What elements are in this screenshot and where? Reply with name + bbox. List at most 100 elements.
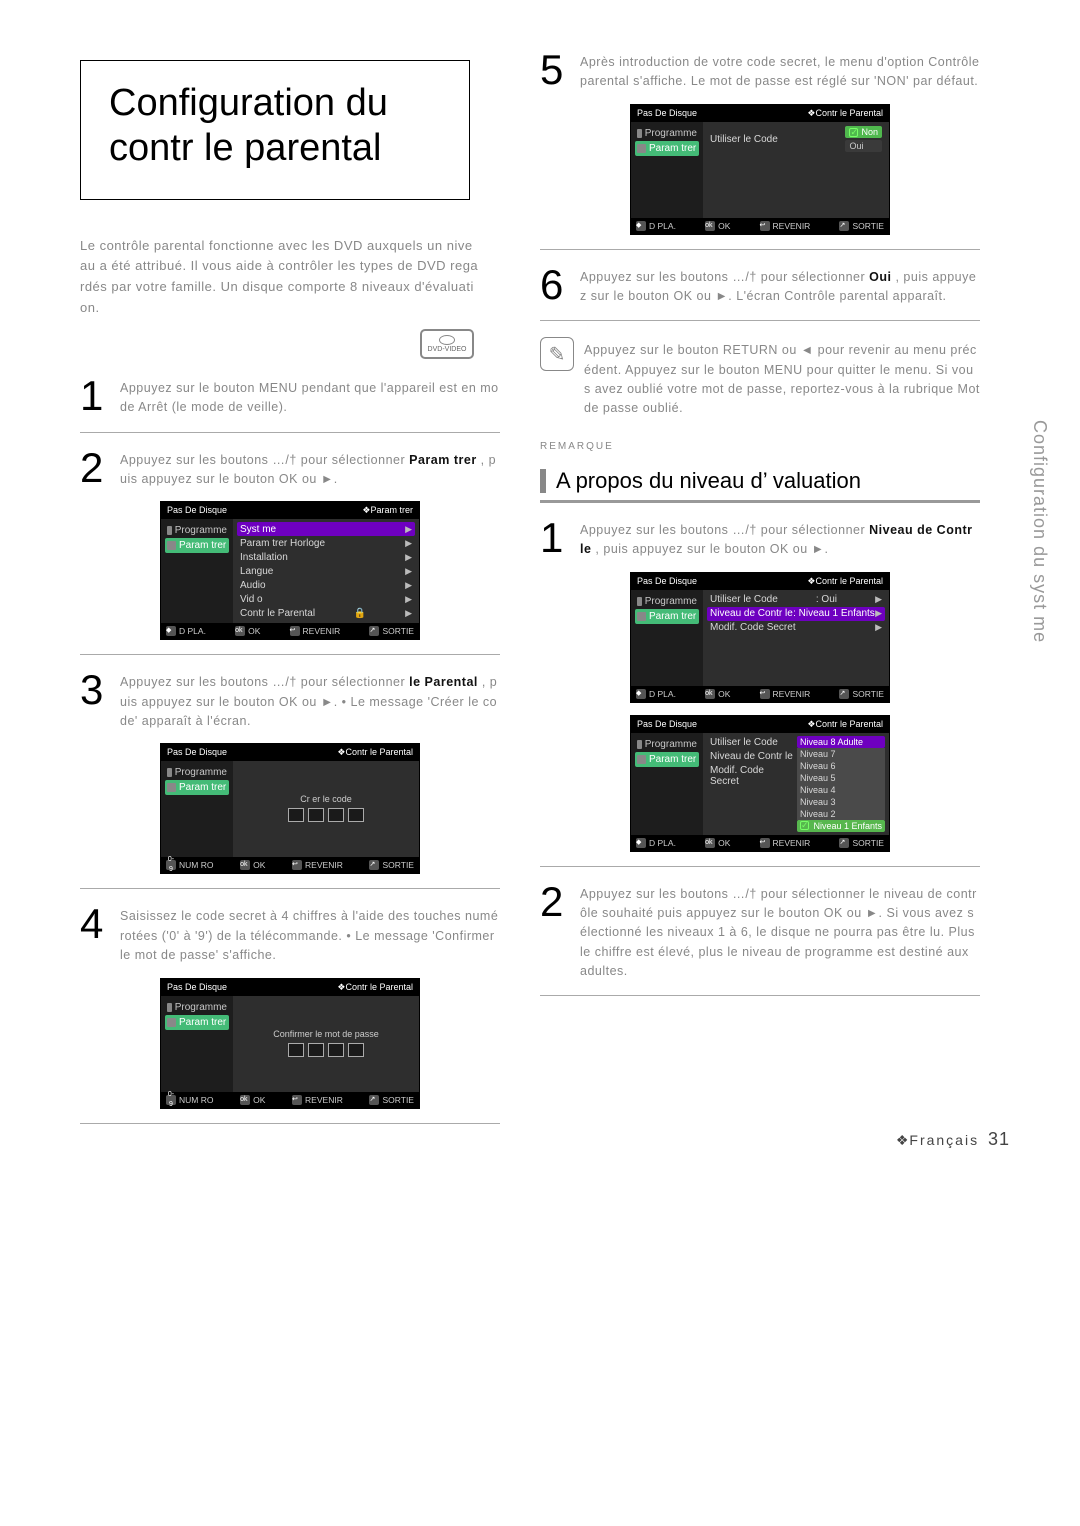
foot-depl: D PLA.: [649, 689, 676, 699]
step-text: Appuyez sur les boutons …/† pour sélecti…: [120, 671, 500, 731]
step-text: Appuyez sur les boutons …/† pour sélecti…: [120, 449, 500, 490]
step-number: 1: [80, 377, 110, 418]
menu-item[interactable]: Contr le Parental: [240, 608, 315, 619]
osd-breadcrumb: ❖Contr le Parental: [337, 982, 413, 993]
step-number: 5: [540, 51, 570, 92]
osd-label: Utiliser le Code: [710, 134, 778, 145]
side-tab: Configuration du syst me: [1029, 420, 1050, 643]
code-box[interactable]: [348, 1043, 364, 1057]
side-parametrer: Param trer: [649, 754, 696, 765]
gear-icon: [167, 1018, 176, 1027]
code-box[interactable]: [288, 808, 304, 822]
step-1: 1 Appuyez sur le bouton MENU pendant que…: [80, 377, 500, 418]
menu-item[interactable]: Vid o: [240, 594, 263, 605]
osd-parametrer-menu: Pas De Disque ❖Param trer Programme Para…: [160, 501, 420, 640]
code-box[interactable]: [328, 808, 344, 822]
step-text: Appuyez sur les boutons …/† pour sélecti…: [580, 266, 980, 307]
step-number: 2: [540, 883, 570, 982]
code-box[interactable]: [348, 808, 364, 822]
side-parametrer: Param trer: [649, 143, 696, 154]
level-item[interactable]: Niveau 5: [800, 773, 836, 783]
code-box[interactable]: [308, 808, 324, 822]
foot-sort: SORTIE: [852, 221, 884, 231]
osd-breadcrumb: ❖Param trer: [362, 505, 413, 516]
osd-confirm-code: Pas De Disque ❖Contr le Parental Program…: [160, 978, 420, 1109]
level-item[interactable]: Niveau 3: [800, 797, 836, 807]
note-label: REMARQUE: [540, 441, 980, 452]
page-title: Configuration du contr le parental: [109, 81, 441, 171]
page-number: 31: [988, 1129, 1010, 1149]
section-bar: [540, 469, 546, 493]
folder-icon: [167, 526, 172, 535]
foot-sort: SORTIE: [852, 689, 884, 699]
code-box[interactable]: [308, 1043, 324, 1057]
lock-icon: 🔒: [354, 608, 366, 619]
code-box[interactable]: [328, 1043, 344, 1057]
osd-label: Niveau de Contr le: [710, 751, 793, 762]
option-non[interactable]: Non: [861, 127, 878, 137]
menu-item[interactable]: Modif. Code Secret: [710, 622, 796, 633]
gear-icon: [167, 541, 176, 550]
option-oui[interactable]: Oui: [849, 141, 863, 151]
step-number: 2: [80, 449, 110, 490]
side-programme: Programme: [645, 596, 697, 607]
foot-num: NUM RO: [179, 1095, 213, 1105]
pencil-icon: ✎: [540, 337, 574, 371]
side-programme: Programme: [175, 767, 227, 778]
osd-breadcrumb: ❖Contr le Parental: [807, 576, 883, 587]
osd-label: Modif. Code Secret: [710, 765, 794, 787]
step-text: Après introduction de votre code secret,…: [580, 51, 980, 92]
menu-item[interactable]: Audio: [240, 580, 266, 591]
foot-sort: SORTIE: [852, 838, 884, 848]
dvd-label: DVD-VIDEO: [428, 346, 467, 353]
step-text: Appuyez sur les boutons …/† pour sélecti…: [580, 883, 980, 982]
step-3: 3 Appuyez sur les boutons …/† pour sélec…: [80, 671, 500, 731]
foot-ok: OK: [718, 689, 730, 699]
osd-breadcrumb: ❖Contr le Parental: [337, 747, 413, 758]
folder-icon: [167, 1003, 172, 1012]
osd-breadcrumb: ❖Contr le Parental: [807, 719, 883, 730]
side-parametrer: Param trer: [179, 1017, 226, 1028]
step-number: 4: [80, 905, 110, 965]
level-item[interactable]: Niveau 4: [800, 785, 836, 795]
disc-icon: [439, 335, 455, 345]
step-b2: 2 Appuyez sur les boutons …/† pour sélec…: [540, 883, 980, 982]
side-parametrer: Param trer: [179, 782, 226, 793]
side-programme: Programme: [645, 128, 697, 139]
menu-item[interactable]: Niveau de Contr le: [710, 608, 793, 619]
foot-sort: SORTIE: [382, 860, 414, 870]
check-icon: [800, 821, 809, 830]
gear-icon: [637, 755, 646, 764]
osd-breadcrumb: ❖Contr le Parental: [807, 108, 883, 119]
osd-create-code: Pas De Disque ❖Contr le Parental Program…: [160, 743, 420, 874]
foot-num: NUM RO: [179, 860, 213, 870]
osd-subtitle: Cr er le code: [296, 790, 356, 806]
level-item[interactable]: Niveau 1 Enfants: [813, 821, 882, 831]
step-6: 6 Appuyez sur les boutons …/† pour sélec…: [540, 266, 980, 307]
step-4: 4 Saisissez le code secret à 4 chiffres …: [80, 905, 500, 965]
code-box[interactable]: [288, 1043, 304, 1057]
foot-ok: OK: [248, 626, 260, 636]
menu-item[interactable]: Syst me: [240, 524, 276, 535]
step-number: 3: [80, 671, 110, 731]
step-2: 2 Appuyez sur les boutons …/† pour sélec…: [80, 449, 500, 490]
foot-ok: OK: [718, 221, 730, 231]
level-item[interactable]: Niveau 6: [800, 761, 836, 771]
side-programme: Programme: [175, 525, 227, 536]
gear-icon: [637, 612, 646, 621]
gear-icon: [637, 144, 646, 153]
level-item[interactable]: Niveau 7: [800, 749, 836, 759]
foot-rev: REVENIR: [305, 1095, 343, 1105]
gear-icon: [167, 783, 176, 792]
foot-ok: OK: [253, 1095, 265, 1105]
step-text: Appuyez sur le bouton MENU pendant que l…: [120, 377, 500, 418]
step-b1: 1 Appuyez sur les boutons …/† pour sélec…: [540, 519, 980, 560]
page-title-box: Configuration du contr le parental: [80, 60, 470, 200]
note-text: Appuyez sur le bouton RETURN ou ◄ pour r…: [584, 337, 980, 419]
level-item[interactable]: Niveau 2: [800, 809, 836, 819]
menu-item[interactable]: Installation: [240, 552, 288, 563]
menu-item[interactable]: Param trer Horloge: [240, 538, 325, 549]
step-number: 1: [540, 519, 570, 560]
level-item[interactable]: Niveau 8 Adulte: [800, 737, 863, 747]
menu-item[interactable]: Langue: [240, 566, 273, 577]
